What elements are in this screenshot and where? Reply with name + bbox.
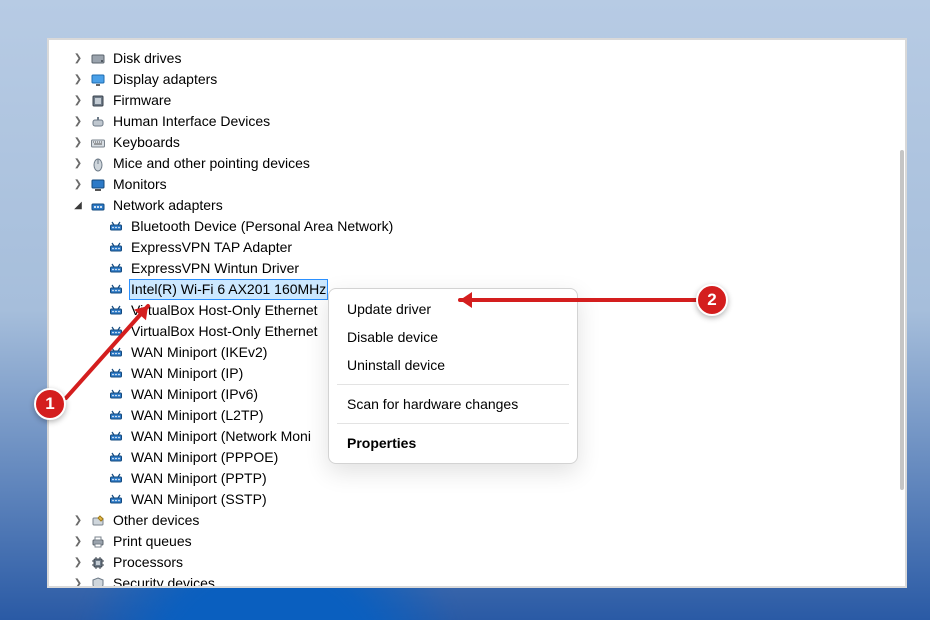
- network-adapter-icon: [107, 428, 125, 446]
- chevron-right-icon[interactable]: ❯: [71, 178, 85, 192]
- hid-icon: [89, 113, 107, 131]
- scrollbar[interactable]: [899, 150, 905, 490]
- category-label: Other devices: [111, 510, 201, 531]
- device-label: WAN Miniport (Network Moni: [129, 426, 313, 447]
- category-monitors[interactable]: ❯ Monitors: [53, 174, 901, 195]
- menu-properties[interactable]: Properties: [329, 429, 577, 457]
- network-adapter-icon: [107, 491, 125, 509]
- device-label: ExpressVPN TAP Adapter: [129, 237, 294, 258]
- device-label: WAN Miniport (PPTP): [129, 468, 269, 489]
- chevron-right-icon[interactable]: ❯: [71, 52, 85, 66]
- network-adapter-icon: [107, 218, 125, 236]
- category-label: Keyboards: [111, 132, 182, 153]
- device-item[interactable]: ExpressVPN Wintun Driver: [53, 258, 901, 279]
- category-security-devices[interactable]: ❯ Security devices: [53, 573, 901, 588]
- network-adapter-icon: [107, 344, 125, 362]
- category-label: Network adapters: [111, 195, 225, 216]
- device-label: Intel(R) Wi-Fi 6 AX201 160MHz: [129, 279, 328, 300]
- context-menu: Update driverDisable deviceUninstall dev…: [328, 288, 578, 464]
- firmware-icon: [89, 92, 107, 110]
- category-network-adapters[interactable]: ◢ Network adapters: [53, 195, 901, 216]
- category-hid[interactable]: ❯ Human Interface Devices: [53, 111, 901, 132]
- printer-icon: [89, 533, 107, 551]
- chevron-right-icon[interactable]: ❯: [71, 556, 85, 570]
- device-label: WAN Miniport (SSTP): [129, 489, 269, 510]
- chevron-right-icon[interactable]: ❯: [71, 514, 85, 528]
- category-firmware[interactable]: ❯ Firmware: [53, 90, 901, 111]
- device-label: WAN Miniport (IKEv2): [129, 342, 269, 363]
- category-label: Mice and other pointing devices: [111, 153, 312, 174]
- menu-update-driver[interactable]: Update driver: [329, 295, 577, 323]
- category-display-adapters[interactable]: ❯ Display adapters: [53, 69, 901, 90]
- category-label: Display adapters: [111, 69, 219, 90]
- category-label: Processors: [111, 552, 185, 573]
- chevron-right-icon[interactable]: ❯: [71, 577, 85, 589]
- chevron-right-icon[interactable]: ❯: [71, 157, 85, 171]
- chevron-down-icon[interactable]: ◢: [71, 199, 85, 213]
- mouse-icon: [89, 155, 107, 173]
- device-item[interactable]: WAN Miniport (PPTP): [53, 468, 901, 489]
- menu-uninstall-device[interactable]: Uninstall device: [329, 351, 577, 379]
- cpu-icon: [89, 554, 107, 572]
- menu-scan-for-hardware-changes[interactable]: Scan for hardware changes: [329, 390, 577, 418]
- network-adapter-icon: [107, 302, 125, 320]
- network-adapter-icon: [107, 323, 125, 341]
- network-adapter-icon: [107, 449, 125, 467]
- category-label: Monitors: [111, 174, 169, 195]
- network-adapter-icon: [107, 260, 125, 278]
- network-adapter-icon: [107, 281, 125, 299]
- scrollbar-thumb[interactable]: [900, 150, 904, 490]
- device-item[interactable]: ExpressVPN TAP Adapter: [53, 237, 901, 258]
- device-label: WAN Miniport (PPPOE): [129, 447, 280, 468]
- device-label: WAN Miniport (IPv6): [129, 384, 260, 405]
- device-label: VirtualBox Host-Only Ethernet: [129, 300, 320, 321]
- chevron-right-icon[interactable]: ❯: [71, 535, 85, 549]
- chevron-right-icon[interactable]: ❯: [71, 73, 85, 87]
- network-adapter-icon: [107, 386, 125, 404]
- other-icon: [89, 512, 107, 530]
- category-label: Disk drives: [111, 48, 183, 69]
- chevron-right-icon[interactable]: ❯: [71, 115, 85, 129]
- network-adapter-icon: [107, 407, 125, 425]
- network-adapter-icon: [107, 470, 125, 488]
- display-icon: [89, 71, 107, 89]
- category-other-devices[interactable]: ❯ Other devices: [53, 510, 901, 531]
- callout-badge-2: 2: [696, 284, 728, 316]
- menu-disable-device[interactable]: Disable device: [329, 323, 577, 351]
- monitor-icon: [89, 176, 107, 194]
- keyboard-icon: [89, 134, 107, 152]
- category-label: Human Interface Devices: [111, 111, 272, 132]
- category-mice[interactable]: ❯ Mice and other pointing devices: [53, 153, 901, 174]
- device-label: VirtualBox Host-Only Ethernet: [129, 321, 320, 342]
- device-label: WAN Miniport (L2TP): [129, 405, 266, 426]
- netcat-icon: [89, 197, 107, 215]
- category-processors[interactable]: ❯ Processors: [53, 552, 901, 573]
- callout-badge-1: 1: [34, 388, 66, 420]
- network-adapter-icon: [107, 365, 125, 383]
- chevron-right-icon[interactable]: ❯: [71, 94, 85, 108]
- category-print-queues[interactable]: ❯ Print queues: [53, 531, 901, 552]
- category-keyboards[interactable]: ❯ Keyboards: [53, 132, 901, 153]
- device-label: WAN Miniport (IP): [129, 363, 245, 384]
- menu-separator: [337, 384, 569, 385]
- category-label: Security devices: [111, 573, 217, 588]
- security-icon: [89, 575, 107, 589]
- device-item[interactable]: WAN Miniport (SSTP): [53, 489, 901, 510]
- device-label: ExpressVPN Wintun Driver: [129, 258, 301, 279]
- device-item[interactable]: Bluetooth Device (Personal Area Network): [53, 216, 901, 237]
- category-label: Firmware: [111, 90, 173, 111]
- category-disk-drives[interactable]: ❯ Disk drives: [53, 48, 901, 69]
- network-adapter-icon: [107, 239, 125, 257]
- menu-separator: [337, 423, 569, 424]
- category-label: Print queues: [111, 531, 194, 552]
- device-label: Bluetooth Device (Personal Area Network): [129, 216, 395, 237]
- disk-icon: [89, 50, 107, 68]
- chevron-right-icon[interactable]: ❯: [71, 136, 85, 150]
